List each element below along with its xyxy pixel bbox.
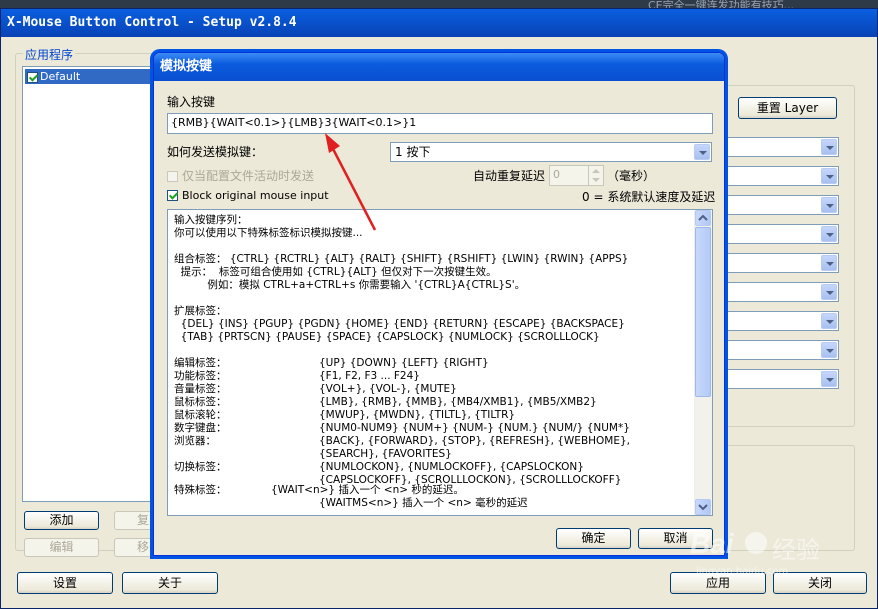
watermark-brand: Bai <box>690 528 734 559</box>
watermark-url: jingyan.baidu.com <box>696 566 789 577</box>
baidu-watermark: Bai 经验 jingyan.baidu.com <box>690 526 870 586</box>
paw-icon <box>745 532 767 554</box>
red-arrow-annotation <box>325 133 377 231</box>
watermark-brand-suffix: 经验 <box>772 536 820 564</box>
